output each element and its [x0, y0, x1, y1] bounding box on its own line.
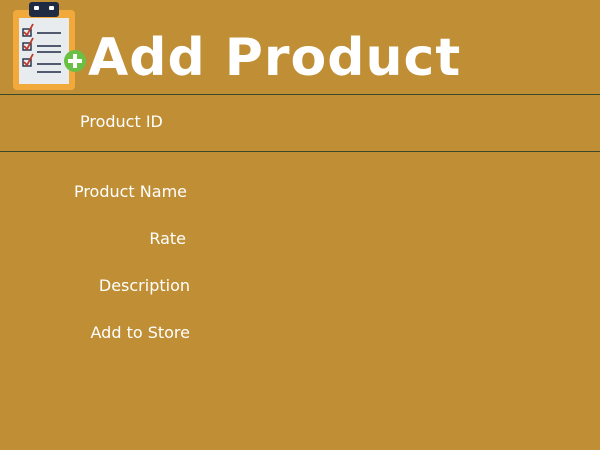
clipboard-add-icon	[13, 2, 86, 90]
product-id-label: Product ID	[80, 112, 163, 131]
add-to-store-button[interactable]: Add to Store	[91, 323, 191, 343]
divider-bottom	[0, 151, 600, 152]
product-name-label: Product Name	[73, 182, 187, 201]
divider-top	[0, 94, 600, 95]
page-title: Add Product	[88, 28, 462, 88]
rate-label: Rate	[149, 229, 186, 248]
description-label: Description	[98, 276, 190, 295]
